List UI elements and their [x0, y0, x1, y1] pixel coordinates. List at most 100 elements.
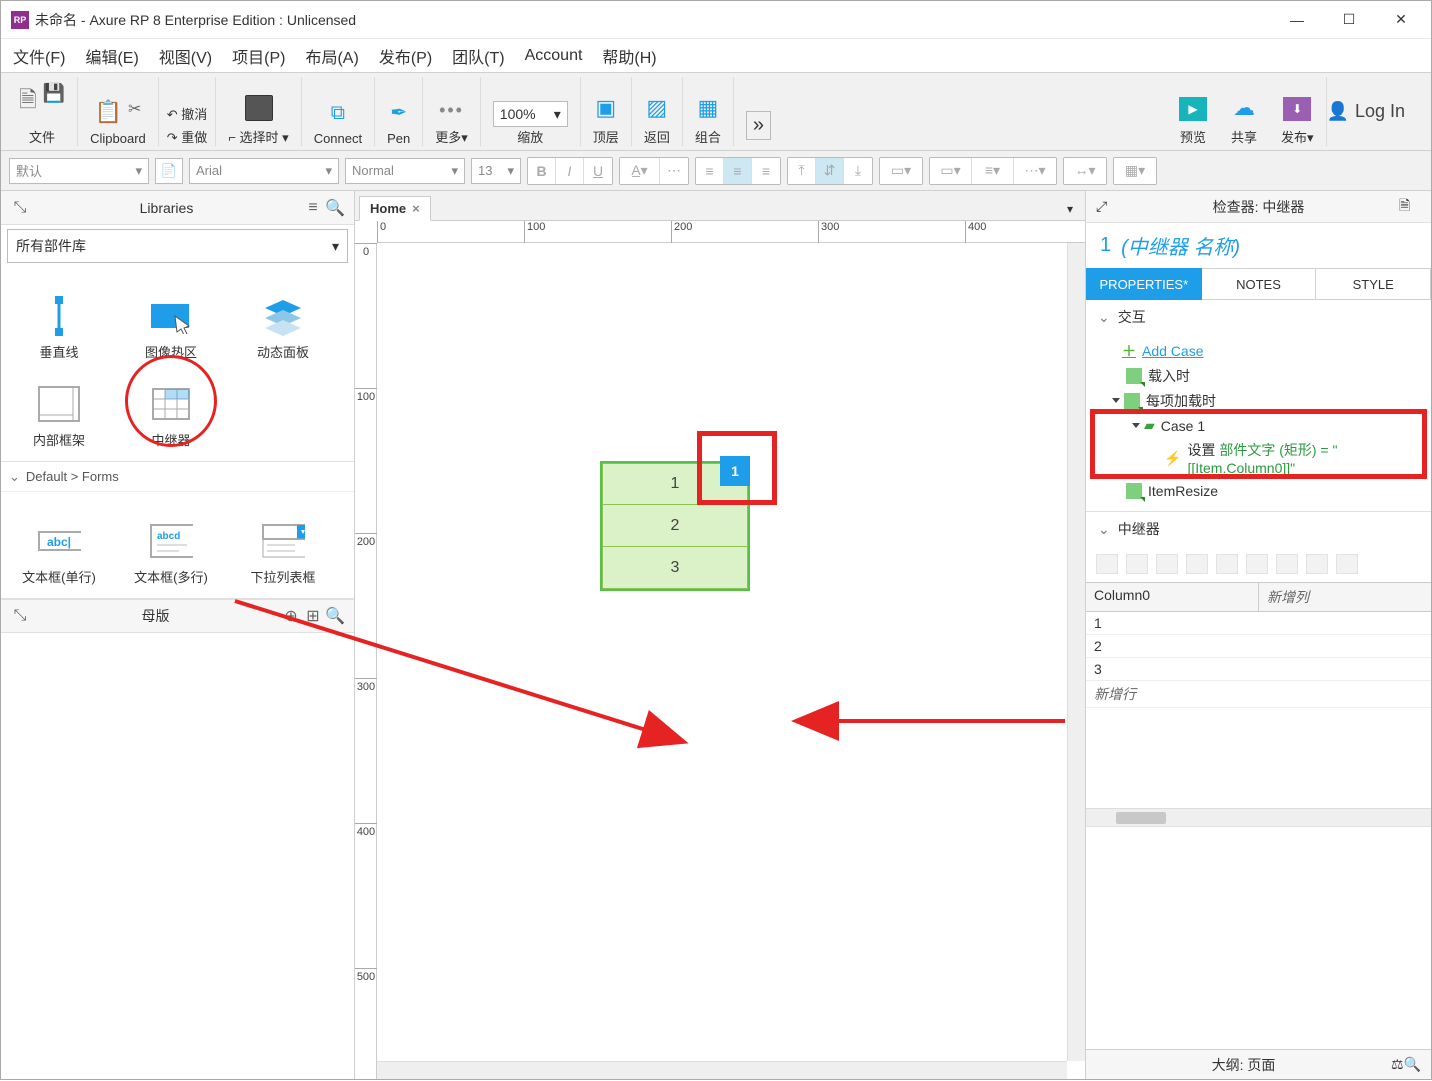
data-cell[interactable]: 3: [1086, 658, 1259, 680]
zoom-input[interactable]: 100%▾: [493, 101, 568, 127]
widget-name-field[interactable]: 1 (中继器 名称): [1086, 223, 1431, 268]
minimize-button[interactable]: —: [1271, 1, 1323, 39]
widget-textarea[interactable]: abcd 文本框(多行): [115, 498, 227, 586]
masters-folder-icon[interactable]: ⊞: [302, 606, 324, 626]
rep-btn-1[interactable]: [1096, 554, 1118, 574]
data-newrow[interactable]: 新增行: [1086, 681, 1259, 707]
rep-btn-2[interactable]: [1126, 554, 1148, 574]
widget-repeater[interactable]: 中继器: [115, 361, 227, 449]
share-icon[interactable]: ☁: [1233, 95, 1255, 121]
collapse-icon[interactable]: ⤡: [9, 199, 31, 217]
file-save-icon[interactable]: 💾: [43, 83, 65, 121]
text-color[interactable]: A̲▾: [620, 158, 660, 184]
rep-btn-7[interactable]: [1276, 554, 1298, 574]
preview-icon[interactable]: ▶: [1179, 97, 1207, 121]
masters-collapse-icon[interactable]: ⤡: [9, 607, 31, 625]
col-header-new[interactable]: 新增列: [1259, 583, 1431, 611]
border-vis[interactable]: ▦▾: [1114, 158, 1156, 184]
event-itemresize[interactable]: ItemResize: [1086, 478, 1431, 503]
group-icon[interactable]: ▦: [697, 95, 718, 121]
menu-project[interactable]: 项目(P): [228, 40, 289, 72]
align-left[interactable]: ≡: [696, 158, 724, 184]
paint-format[interactable]: 📄: [155, 158, 183, 184]
scrollbar-vertical[interactable]: [1067, 243, 1085, 1061]
font-family[interactable]: Arial▾: [189, 158, 339, 184]
font-weight[interactable]: Normal▾: [345, 158, 465, 184]
valign-top[interactable]: ⤒: [788, 158, 816, 184]
rep-btn-8[interactable]: [1306, 554, 1328, 574]
bold-button[interactable]: B: [528, 158, 556, 184]
paste-icon[interactable]: 📋: [95, 99, 122, 125]
widget-iframe[interactable]: 内部框架: [3, 361, 115, 449]
menu-help[interactable]: 帮助(H): [598, 40, 660, 72]
style-preset[interactable]: 默认▾: [9, 158, 149, 184]
extra-text[interactable]: ⋯: [660, 158, 688, 184]
repeater-row[interactable]: 3: [602, 547, 748, 589]
page-tab-home[interactable]: Home×: [359, 196, 431, 221]
front-icon[interactable]: ▣: [595, 95, 616, 121]
rep-btn-4[interactable]: [1186, 554, 1208, 574]
data-cell[interactable]: 2: [1086, 635, 1259, 657]
col-header-0[interactable]: Column0: [1086, 583, 1259, 611]
menu-publish[interactable]: 发布(P): [375, 40, 436, 72]
line-width[interactable]: ≡▾: [972, 158, 1014, 184]
design-canvas[interactable]: 1 2 3 1: [377, 243, 1085, 1079]
masters-search-icon[interactable]: 🔍: [324, 606, 346, 626]
close-tab-icon[interactable]: ×: [412, 201, 420, 216]
cut-icon[interactable]: ✂: [128, 99, 141, 125]
outline-search-icon[interactable]: 🔍: [1404, 1056, 1421, 1073]
widget-hotspot[interactable]: 图像热区: [115, 273, 227, 361]
data-cell[interactable]: 1: [1086, 612, 1259, 634]
repeater-section-header[interactable]: ⌄中继器: [1086, 512, 1431, 546]
menu-file[interactable]: 文件(F): [9, 40, 69, 72]
login-button[interactable]: 👤Log In: [1327, 101, 1405, 122]
overflow-icon[interactable]: »: [746, 111, 771, 140]
tab-style[interactable]: STYLE: [1316, 268, 1431, 300]
repeater-row[interactable]: 2: [602, 505, 748, 547]
back-icon[interactable]: ▨: [646, 95, 667, 121]
rep-btn-6[interactable]: [1246, 554, 1268, 574]
align-right[interactable]: ≡: [752, 158, 780, 184]
more-icon[interactable]: •••: [439, 100, 464, 121]
line-color[interactable]: ▭▾: [930, 158, 972, 184]
undo-button[interactable]: ↶ 撤消: [167, 104, 208, 123]
add-case-link[interactable]: ＋Add Case: [1122, 341, 1203, 361]
rep-btn-5[interactable]: [1216, 554, 1238, 574]
valign-mid[interactable]: ⇵: [816, 158, 844, 184]
library-selector[interactable]: 所有部件库▾: [7, 229, 348, 263]
widget-textfield[interactable]: abc| 文本框(单行): [3, 498, 115, 586]
arrow-style[interactable]: ↔▾: [1064, 158, 1106, 184]
event-onload[interactable]: 载入时: [1086, 363, 1431, 388]
rep-btn-3[interactable]: [1156, 554, 1178, 574]
redo-button[interactable]: ↷ 重做: [167, 127, 208, 146]
close-button[interactable]: ✕: [1375, 1, 1427, 39]
align-center[interactable]: ≡: [724, 158, 752, 184]
valign-bot[interactable]: ⤓: [844, 158, 872, 184]
connect-icon[interactable]: ⧉: [331, 102, 345, 125]
widget-vline[interactable]: 垂直线: [3, 273, 115, 361]
font-size[interactable]: 13▾: [471, 158, 521, 184]
publish-icon[interactable]: ⬇: [1283, 97, 1311, 121]
outline-filter-icon[interactable]: ⚖: [1391, 1056, 1404, 1073]
menu-account[interactable]: Account: [521, 43, 587, 69]
fill-color[interactable]: ▭▾: [880, 158, 922, 184]
interactions-header[interactable]: ⌄交互: [1086, 300, 1431, 334]
tab-notes[interactable]: NOTES: [1202, 268, 1317, 300]
underline-button[interactable]: U: [584, 158, 612, 184]
widget-droplist[interactable]: 下拉列表框: [227, 498, 339, 586]
menu-arrange[interactable]: 布局(A): [301, 40, 362, 72]
file-new-icon[interactable]: 🗎: [19, 83, 37, 121]
italic-button[interactable]: I: [556, 158, 584, 184]
tab-properties[interactable]: PROPERTIES*: [1086, 268, 1202, 300]
scrollbar-horizontal[interactable]: [377, 1061, 1067, 1079]
maximize-button[interactable]: ☐: [1323, 1, 1375, 39]
insp-note-icon[interactable]: 🗎: [1399, 195, 1421, 219]
menu-team[interactable]: 团队(T): [448, 40, 508, 72]
masters-add-icon[interactable]: ⊕: [280, 606, 302, 626]
dataset-scrollbar[interactable]: [1086, 808, 1431, 826]
widget-dynamic-panel[interactable]: 动态面板: [227, 273, 339, 361]
lib-search-icon[interactable]: 🔍: [324, 198, 346, 218]
forms-section-header[interactable]: ⌄Default > Forms: [1, 462, 354, 492]
insp-collapse-icon[interactable]: ⤢: [1096, 198, 1118, 215]
select-mode-icon[interactable]: [245, 95, 273, 121]
